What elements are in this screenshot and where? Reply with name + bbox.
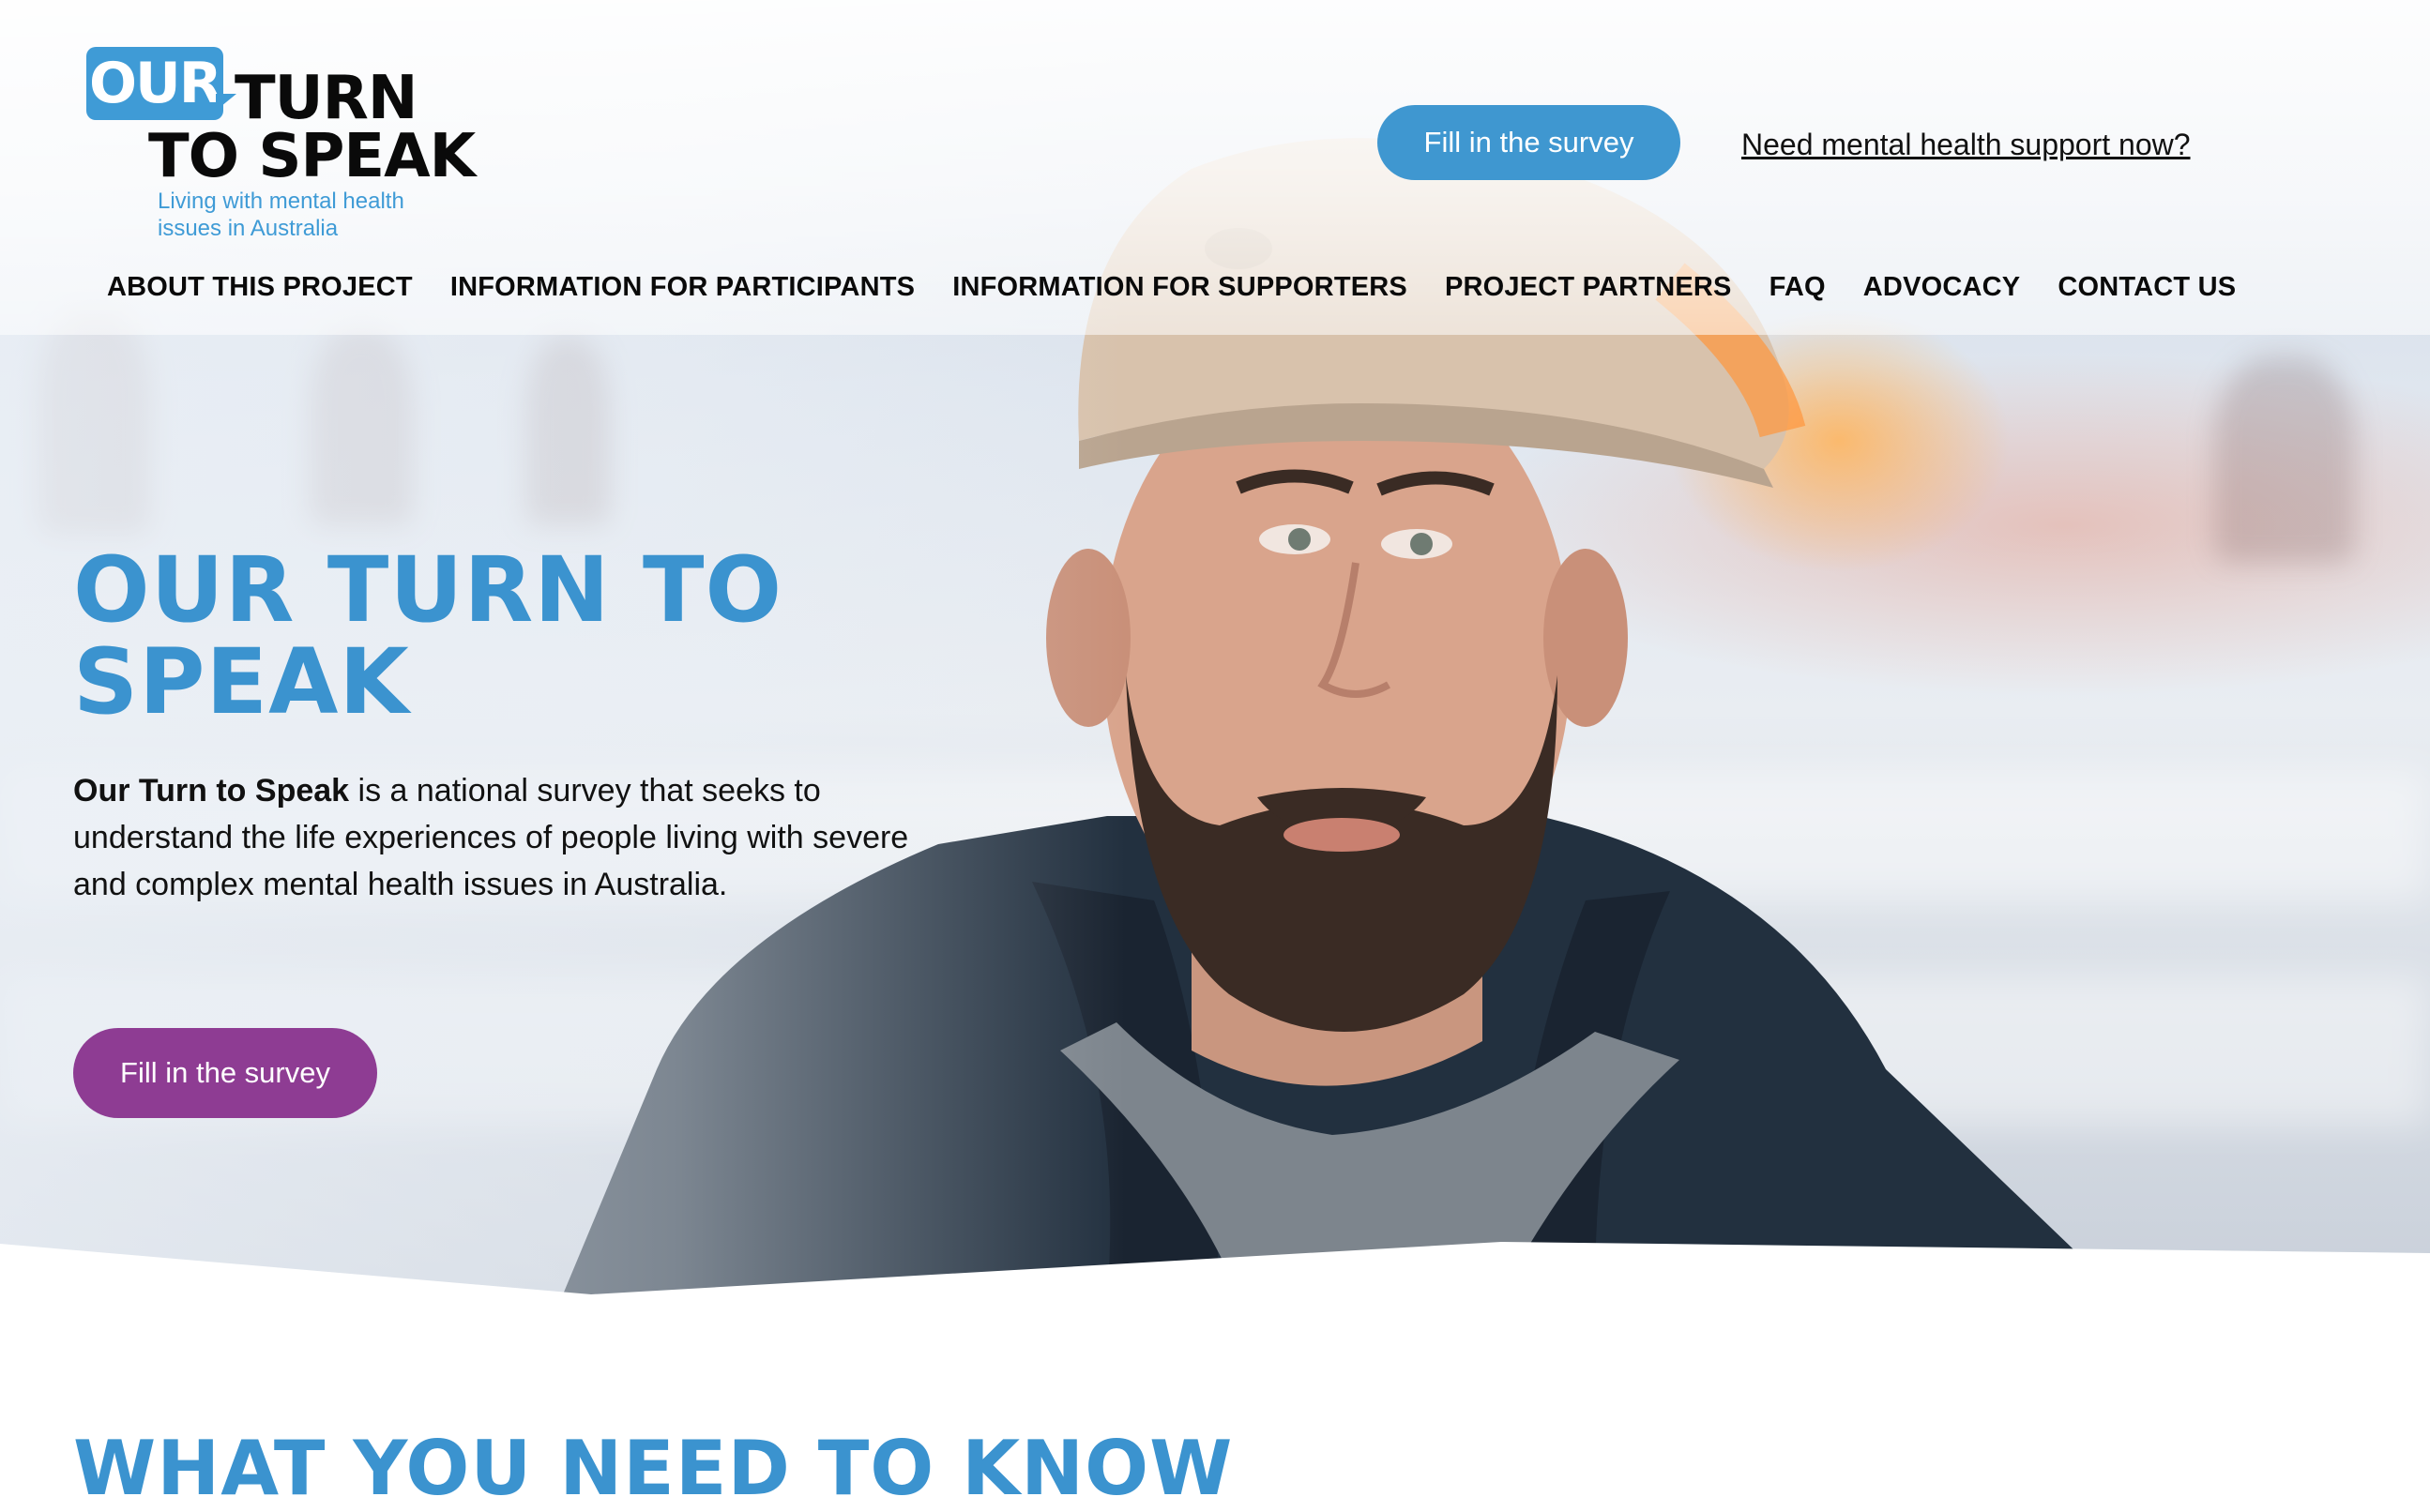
- logo-our-bubble: OUR: [86, 47, 223, 120]
- site-logo[interactable]: OUR TURN TO SPEAK Living with mental hea…: [86, 45, 476, 242]
- nav-item-contact-us[interactable]: CONTACT US: [2058, 272, 2236, 303]
- hero-description-bold: Our Turn to Speak: [73, 773, 350, 809]
- nav-item-advocacy[interactable]: ADVOCACY: [1863, 272, 2021, 303]
- nav-item-about-this-project[interactable]: ABOUT THIS PROJECT: [107, 272, 413, 303]
- hero-title: OUR TURN TO SPEAK: [73, 544, 786, 728]
- hero-title-line2: SPEAK: [73, 629, 410, 734]
- section-title-what-you-need-to-know: WHAT YOU NEED TO KNOW: [73, 1425, 1234, 1512]
- logo-word-to-speak: TO SPEAK: [148, 122, 476, 191]
- header-survey-button[interactable]: Fill in the survey: [1377, 105, 1680, 180]
- hero-description: Our Turn to Speak is a national survey t…: [73, 767, 918, 908]
- logo-tagline-line2: issues in Australia: [158, 216, 339, 241]
- logo-tagline: Living with mental health issues in Aust…: [158, 188, 458, 242]
- main-navigation: ABOUT THIS PROJECT INFORMATION FOR PARTI…: [107, 272, 2236, 303]
- logo-tagline-line1: Living with mental health: [158, 189, 404, 214]
- hero-wave-divider: [0, 1242, 2430, 1332]
- logo-bubble-tail: [216, 94, 236, 111]
- nav-item-information-for-supporters[interactable]: INFORMATION FOR SUPPORTERS: [952, 272, 1407, 303]
- mental-health-support-link[interactable]: Need mental health support now?: [1741, 126, 2191, 163]
- nav-item-faq[interactable]: FAQ: [1769, 272, 1826, 303]
- nav-item-project-partners[interactable]: PROJECT PARTNERS: [1445, 272, 1732, 303]
- hero-survey-button[interactable]: Fill in the survey: [73, 1028, 377, 1118]
- nav-item-information-for-participants[interactable]: INFORMATION FOR PARTICIPANTS: [450, 272, 915, 303]
- hero-title-line1: OUR TURN TO: [73, 537, 783, 643]
